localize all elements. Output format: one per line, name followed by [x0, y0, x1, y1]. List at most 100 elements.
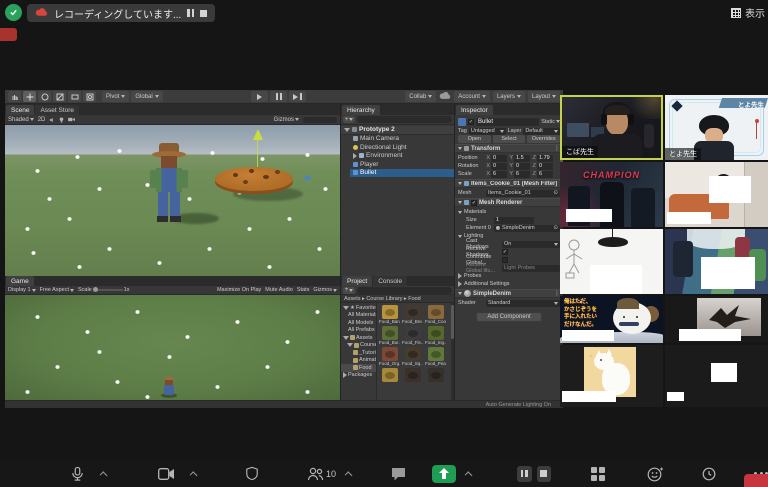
hierarchy-item-scene[interactable]: Prototype 2 — [341, 126, 454, 135]
rotation-y-field[interactable]: 0 — [514, 162, 530, 170]
mute-audio-toggle[interactable]: Mute Audio — [265, 287, 293, 293]
materials-label[interactable]: Materials — [464, 209, 486, 215]
hierarchy-item-player[interactable]: Player — [350, 160, 454, 169]
object-name-field[interactable]: Bullet — [476, 117, 540, 126]
global-toggle-button[interactable]: Global — [131, 91, 163, 102]
participant-tile-7[interactable]: 俺はただ、 かさじぞうを 手に入れたい だけなんだ。 — [560, 296, 663, 343]
material-component-header[interactable]: SimpleDenim ⋮ — [455, 289, 563, 298]
tab-game[interactable]: Game — [6, 276, 34, 286]
collab-dropdown[interactable]: Collab — [405, 91, 437, 102]
mute-button[interactable] — [70, 466, 85, 482]
tab-asset-store[interactable]: Asset Store — [35, 105, 80, 115]
receive-shadows-checkbox[interactable]: ✓ — [502, 249, 508, 255]
transform-component-header[interactable]: Transform ⋮ — [455, 144, 563, 153]
scene-gizmos-dropdown[interactable]: Gizmos — [274, 117, 299, 123]
scale-z-field[interactable]: 6 — [537, 170, 553, 178]
tab-inspector[interactable]: Inspector — [456, 105, 493, 115]
end-meeting-button[interactable] — [744, 474, 768, 487]
rect-tool-icon[interactable] — [68, 91, 81, 102]
asset-item[interactable]: Food_Bre... — [402, 305, 423, 324]
food-folder[interactable]: Food — [341, 364, 376, 372]
favorites-all-models[interactable]: All Models — [341, 319, 376, 327]
asset-item[interactable]: Food_Org... — [379, 347, 400, 366]
aspect-dropdown[interactable]: Free Aspect — [40, 287, 74, 293]
prefab-select-button[interactable]: Select — [492, 135, 526, 143]
hierarchy-item-bullet[interactable]: Bullet — [350, 168, 454, 177]
hierarchy-create-button[interactable]: + — [343, 116, 355, 123]
participant-tile-10[interactable] — [665, 345, 768, 407]
asset-item[interactable]: Food_Fis... — [402, 326, 423, 345]
tag-dropdown[interactable]: Untagged — [468, 127, 506, 135]
tab-project[interactable]: Project — [342, 276, 373, 286]
project-search-input[interactable] — [357, 286, 452, 294]
video-button[interactable] — [158, 467, 175, 480]
transform-tool-icon[interactable] — [83, 91, 96, 102]
asset-item[interactable]: Food_Sq... — [402, 347, 423, 366]
asset-item[interactable]: Food_Bur... — [379, 326, 400, 345]
participant-tile-koba[interactable]: こば先生 — [560, 95, 663, 160]
project-create-button[interactable]: + — [343, 286, 355, 294]
hierarchy-item-main-camera[interactable]: Main Camera — [350, 135, 454, 144]
assets-node[interactable]: Assets — [341, 334, 376, 342]
cloud-icon[interactable] — [439, 91, 451, 102]
participants-options-caret[interactable] — [344, 470, 353, 480]
mesh-filter-component-header[interactable]: Items_Cookie_01 (Mesh Filter) — [455, 179, 563, 188]
chat-button[interactable] — [391, 467, 406, 481]
participant-tile-6[interactable] — [665, 229, 768, 294]
asset-item[interactable]: Food_Ban... — [379, 305, 400, 324]
favorites-node[interactable]: ★ Favorites — [341, 304, 376, 312]
prefab-overrides-button[interactable]: Overrides — [527, 135, 561, 143]
pivot-toggle-button[interactable]: Pivot — [102, 91, 130, 102]
asset-item[interactable] — [425, 368, 446, 382]
hierarchy-item-environment[interactable]: Environment — [350, 152, 454, 161]
position-z-field[interactable]: 1.79 — [537, 154, 553, 162]
scene-search-input[interactable] — [303, 116, 337, 123]
cast-shadows-dropdown[interactable]: On — [502, 240, 560, 248]
materials-size-field[interactable]: 1 — [494, 216, 534, 224]
tab-console[interactable]: Console — [373, 276, 408, 286]
static-dropdown[interactable]: Static — [541, 119, 560, 125]
tutorial-folder[interactable]: _Tutorial — [341, 349, 376, 357]
object-picker-icon[interactable]: ⊙ — [553, 190, 558, 196]
share-screen-button[interactable] — [432, 464, 456, 483]
pause-recording-toolbar-button[interactable] — [517, 465, 532, 482]
stats-toggle[interactable]: Stats — [297, 287, 310, 293]
rotation-z-field[interactable]: 0 — [537, 162, 553, 170]
favorites-all-materials[interactable]: All Materials — [341, 312, 376, 320]
additional-settings-foldout[interactable]: Additional Settings — [464, 281, 510, 287]
hierarchy-item-directional-light[interactable]: Directional Light — [350, 143, 454, 152]
participant-tile-3[interactable]: CHAMPION — [560, 162, 663, 227]
scene-lighting-icon[interactable] — [59, 116, 64, 123]
rotation-x-field[interactable]: 0 — [491, 162, 507, 170]
object-picker-icon[interactable]: ⊙ — [553, 225, 558, 231]
account-dropdown[interactable]: Account — [454, 91, 490, 102]
scene-audio-icon[interactable] — [49, 117, 55, 123]
packages-node[interactable]: Packages — [341, 372, 376, 380]
shading-dropdown[interactable]: Shaded — [8, 117, 34, 123]
security-button[interactable] — [245, 466, 259, 481]
shader-dropdown[interactable]: Standard — [486, 299, 560, 307]
pause-recording-button[interactable] — [187, 9, 195, 17]
step-button[interactable] — [289, 91, 306, 102]
element0-material-field[interactable]: SimpleDenim ⊙ — [494, 224, 560, 232]
view-button[interactable]: 表示 — [731, 5, 765, 20]
asset-grid-scrollbar[interactable] — [451, 303, 454, 400]
play-button[interactable] — [251, 91, 268, 102]
move-tool-icon[interactable] — [23, 91, 36, 102]
layer-dropdown[interactable]: Default — [523, 127, 561, 135]
maximize-on-play-toggle[interactable]: Maximize On Play — [217, 287, 261, 293]
scene-camera-icon[interactable] — [68, 117, 76, 122]
asset-item[interactable]: Food_Pea... — [425, 347, 446, 366]
game-viewport[interactable] — [5, 295, 340, 400]
stop-recording-toolbar-button[interactable] — [536, 465, 551, 482]
participant-tile-9[interactable] — [560, 345, 663, 407]
tab-scene[interactable]: Scene — [6, 105, 35, 115]
renderer-enabled-checkbox[interactable]: ✓ — [471, 199, 477, 206]
asset-item[interactable]: Food_Coo... — [425, 305, 446, 324]
scale-y-field[interactable]: 6 — [514, 170, 530, 178]
scale-x-field[interactable]: 6 — [491, 170, 507, 178]
position-y-field[interactable]: 1.5 — [514, 154, 530, 162]
favorites-all-prefabs[interactable]: All Prefabs — [341, 327, 376, 335]
participants-button[interactable]: 10 — [307, 467, 336, 481]
display-dropdown[interactable]: Display 1 — [8, 287, 36, 293]
